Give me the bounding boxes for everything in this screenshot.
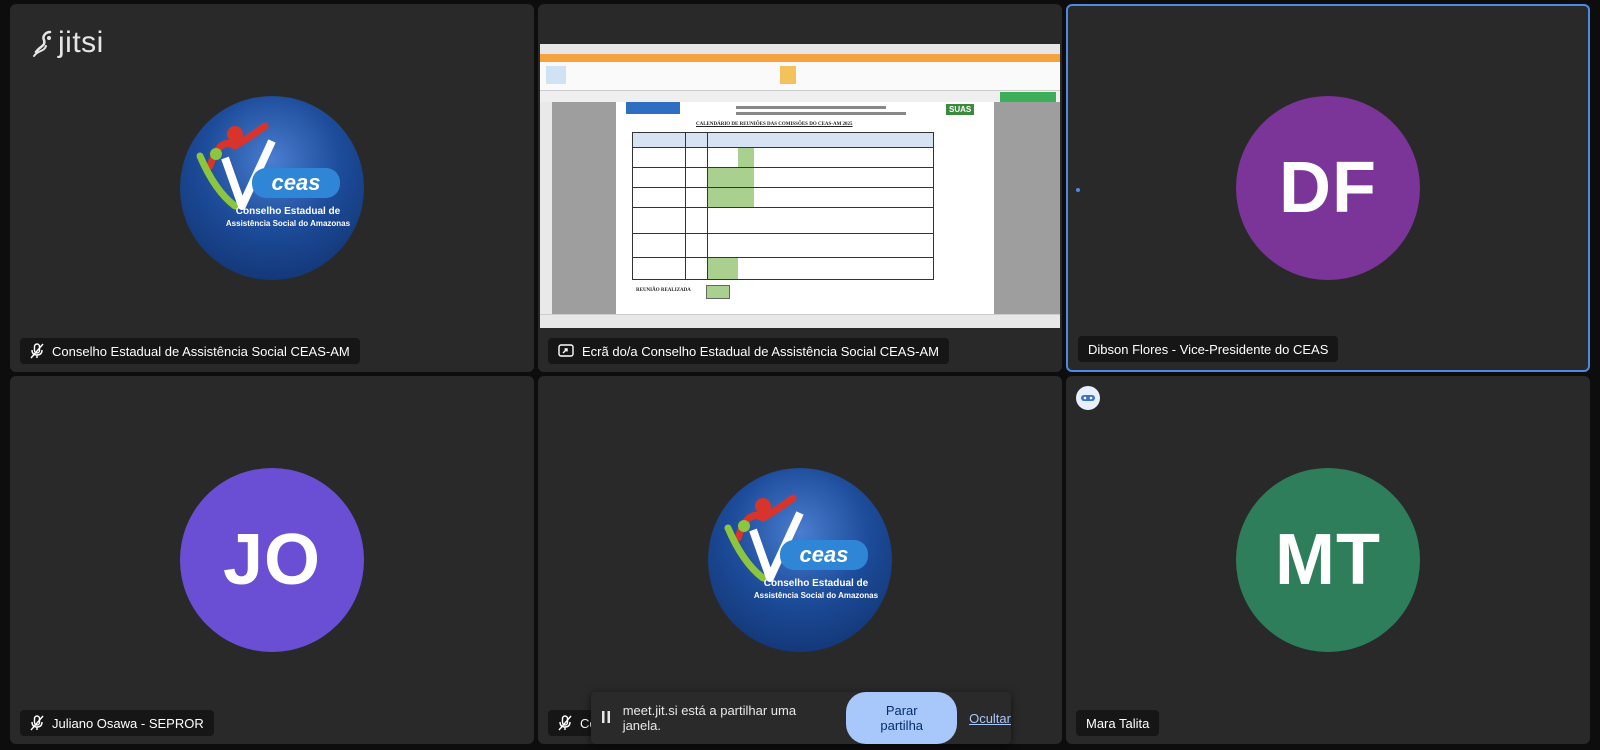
name-tag: Conselho Estadual de Assistência Social … bbox=[20, 338, 360, 364]
ceas-mark-text: ceas bbox=[272, 170, 321, 195]
mic-muted-icon bbox=[558, 715, 572, 731]
name-tag: Juliano Osawa - SEPROR bbox=[20, 710, 214, 736]
screen-share-icon bbox=[558, 344, 574, 357]
name-tag: Ecrã do/a Conselho Estadual de Assistênc… bbox=[548, 338, 949, 364]
participant-name: Dibson Flores - Vice-Presidente do CEAS bbox=[1088, 341, 1329, 357]
suas-badge: SUAS bbox=[946, 104, 975, 115]
speaker-indicator bbox=[1076, 188, 1080, 192]
participant-name: Juliano Osawa - SEPROR bbox=[52, 715, 204, 731]
connection-status-icon[interactable] bbox=[1076, 386, 1100, 410]
jitsi-mark-icon bbox=[33, 30, 52, 57]
participant-tile-screen-share[interactable]: SUAS CALENDÁRIO DE REUNIÕES DAS COMISSÕE… bbox=[538, 4, 1062, 372]
participant-tile-dibson-flores[interactable]: DF Dibson Flores - Vice-Presidente do CE… bbox=[1066, 4, 1590, 372]
participant-tile-ceas[interactable]: jitsi ceas Conselho Estadual de Assistên… bbox=[10, 4, 534, 372]
participant-tile-ceas-2[interactable]: ceas Conselho Estadual de Assistência So… bbox=[538, 376, 1062, 744]
calendar-table bbox=[632, 132, 934, 280]
jitsi-logo: jitsi bbox=[32, 26, 104, 60]
ceas-logo-icon: ceas Conselho Estadual de Assistência So… bbox=[196, 122, 351, 228]
avatar: DF bbox=[1236, 96, 1420, 280]
ceas-line1: Conselho Estadual de bbox=[236, 206, 341, 217]
ceas-line2: Assistência Social do Amazonas bbox=[226, 219, 351, 228]
ceas-logo-avatar: ceas Conselho Estadual de Assistência So… bbox=[180, 96, 364, 280]
participant-name: Ecrã do/a Conselho Estadual de Assistênc… bbox=[582, 343, 939, 359]
legend-label: REUNIÃO REALIZADA bbox=[636, 288, 691, 293]
shared-screen: SUAS CALENDÁRIO DE REUNIÕES DAS COMISSÕE… bbox=[540, 44, 1060, 328]
participant-name: Mara Talita bbox=[1086, 715, 1150, 731]
participant-tile-juliano-osawa[interactable]: JO Juliano Osawa - SEPROR bbox=[10, 376, 534, 744]
participant-name: Conselho Estadual de Assistência Social … bbox=[52, 343, 350, 359]
ceas-mark-text: ceas bbox=[800, 542, 849, 567]
jitsi-logo-text: jitsi bbox=[58, 26, 104, 59]
document-title: CALENDÁRIO DE REUNIÕES DAS COMISSÕES DO … bbox=[696, 122, 853, 127]
pause-icon[interactable] bbox=[601, 710, 619, 726]
name-tag: Mara Talita bbox=[1076, 710, 1160, 736]
mic-muted-icon bbox=[30, 343, 44, 359]
hide-link[interactable]: Ocultar bbox=[969, 711, 1011, 726]
ceas-logo-avatar: ceas Conselho Estadual de Assistência So… bbox=[708, 468, 892, 652]
shared-document-page: SUAS CALENDÁRIO DE REUNIÕES DAS COMISSÕE… bbox=[616, 102, 994, 314]
screen-share-notification: meet.jit.si está a partilhar uma janela.… bbox=[591, 692, 1011, 744]
share-message: meet.jit.si está a partilhar uma janela. bbox=[622, 703, 797, 733]
avatar: MT bbox=[1236, 468, 1420, 652]
ceas-line2: Assistência Social do Amazonas bbox=[754, 591, 879, 600]
participant-tile-mara-talita[interactable]: MT Mara Talita bbox=[1066, 376, 1590, 744]
name-tag: Dibson Flores - Vice-Presidente do CEAS bbox=[1078, 336, 1339, 362]
stop-sharing-button[interactable]: Parar partilha bbox=[846, 692, 958, 744]
ceas-line1: Conselho Estadual de bbox=[764, 578, 869, 589]
mic-muted-icon bbox=[30, 715, 44, 731]
avatar: JO bbox=[180, 468, 364, 652]
ceas-logo-icon: ceas Conselho Estadual de Assistência So… bbox=[724, 494, 879, 600]
